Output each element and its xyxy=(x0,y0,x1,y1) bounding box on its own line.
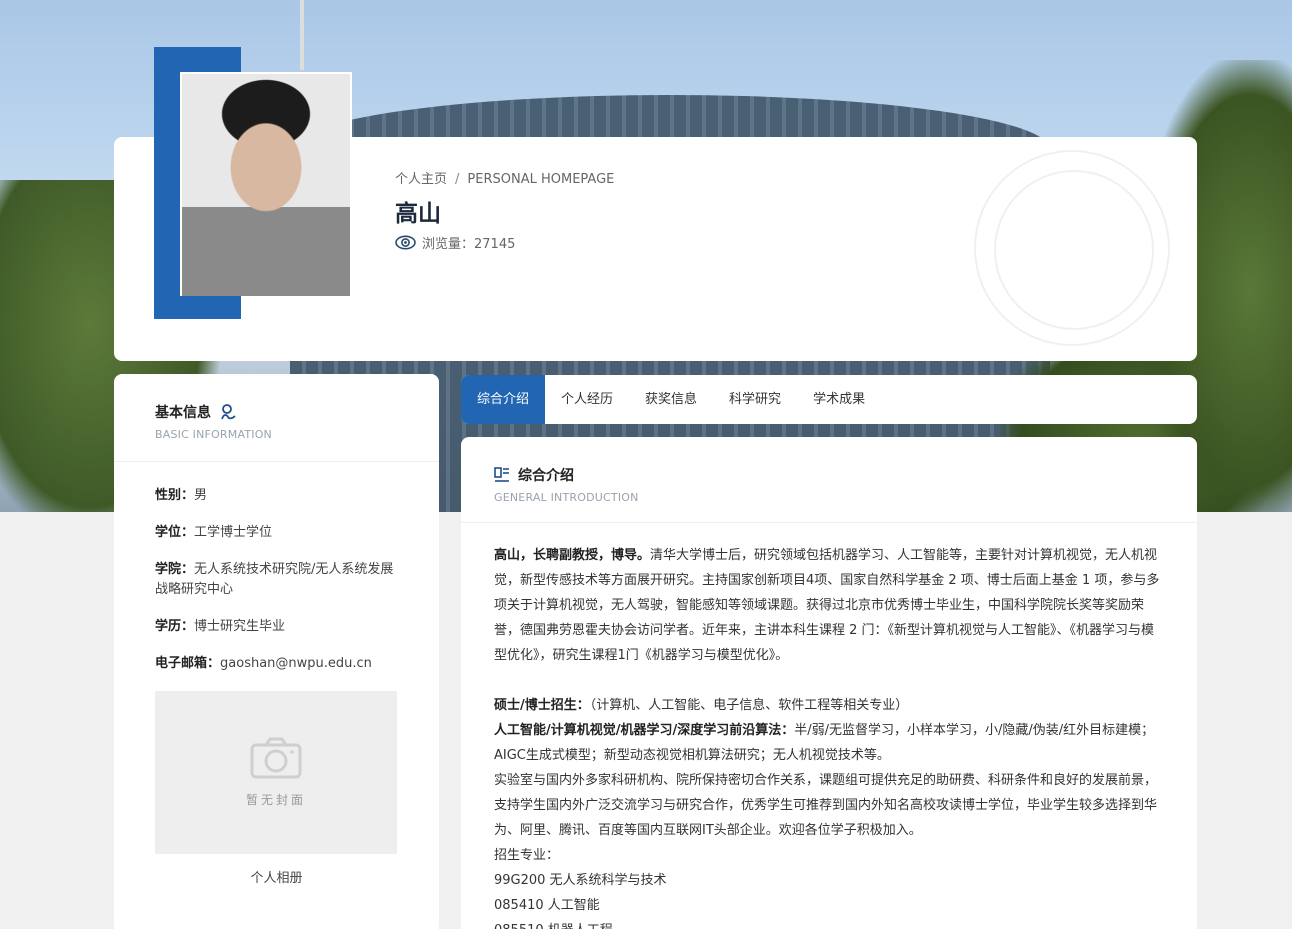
frontier-paragraph: 人工智能/计算机视觉/机器学习/深度学习前沿算法：半/弱/无监督学习，小样本学习… xyxy=(494,718,1164,768)
intro-lead: 高山，长聘副教授，博导。 xyxy=(494,548,651,563)
eye-icon xyxy=(395,235,416,250)
basic-info-card: 基本信息 BASIC INFORMATION 性别：男 学位：工学博士学位 学院… xyxy=(114,374,439,929)
recruit-lead: 硕士/博士招生： xyxy=(494,698,590,713)
info-key: 电子邮箱： xyxy=(155,656,221,671)
breadcrumb-home[interactable]: 个人主页 xyxy=(395,172,447,187)
basic-info-subtitle: BASIC INFORMATION xyxy=(155,428,272,441)
person-name: 高山 xyxy=(395,201,441,227)
intro-title-row: 综合介绍 xyxy=(494,465,1197,485)
basic-info-title-row: 基本信息 xyxy=(155,402,439,422)
info-row-degree: 学位：工学博士学位 xyxy=(155,523,398,543)
intro-card: 综合介绍 GENERAL INTRODUCTION 高山，长聘副教授，博导。清华… xyxy=(461,437,1197,929)
frontier-lead: 人工智能/计算机视觉/机器学习/深度学习前沿算法： xyxy=(494,723,795,738)
album-cover[interactable]: 暂无封面 xyxy=(155,691,397,854)
lab-paragraph: 实验室与国内外多家科研机构、院所保持密切合作关系，课题组可提供充足的助研费、科研… xyxy=(494,773,1158,838)
no-cover-label: 暂无封面 xyxy=(245,793,306,807)
email-link[interactable]: gaoshan@nwpu.edu.cn xyxy=(220,656,372,671)
document-icon xyxy=(494,467,509,482)
intro-body: 高山，长聘副教授，博导。清华大学博士后，研究领域包括机器学习、人工智能等，主要针… xyxy=(461,523,1197,929)
info-row-college: 学院：无人系统技术研究院/无人系统发展战略研究中心 xyxy=(155,560,398,600)
tab-achievements[interactable]: 学术成果 xyxy=(797,375,881,424)
basic-info-title: 基本信息 xyxy=(155,405,211,421)
major-item: 085510 机器人工程 xyxy=(494,918,1164,929)
avatar xyxy=(180,72,352,296)
view-count-label: 浏览量：27145 xyxy=(422,237,516,252)
breadcrumb: 个人主页 / PERSONAL HOMEPAGE xyxy=(395,168,614,187)
info-key: 学历： xyxy=(155,619,195,634)
info-key: 学位： xyxy=(155,525,195,540)
signature-icon xyxy=(221,404,236,420)
info-value: 工学博士学位 xyxy=(194,525,273,540)
basic-info-list: 性别：男 学位：工学博士学位 学院：无人系统技术研究院/无人系统发展战略研究中心… xyxy=(114,462,439,674)
intro-subtitle: GENERAL INTRODUCTION xyxy=(494,491,639,504)
major-item: 99G200 无人系统科学与技术 xyxy=(494,873,667,888)
info-value: 博士研究生毕业 xyxy=(194,619,286,634)
info-key: 学院： xyxy=(155,562,195,577)
profile-tabs: 综合介绍 个人经历 获奖信息 科学研究 学术成果 xyxy=(461,375,1197,424)
view-count: 浏览量：27145 xyxy=(395,233,515,252)
info-key: 性别： xyxy=(155,488,195,503)
album-link[interactable]: 个人相册 xyxy=(114,867,439,886)
info-row-gender: 性别：男 xyxy=(155,486,398,506)
intro-paragraph: 高山，长聘副教授，博导。清华大学博士后，研究领域包括机器学习、人工智能等，主要针… xyxy=(494,543,1164,668)
tab-experience[interactable]: 个人经历 xyxy=(545,375,629,424)
major-item: 085410 人工智能 xyxy=(494,898,600,913)
breadcrumb-current: PERSONAL HOMEPAGE xyxy=(467,172,615,187)
intro-text: 清华大学博士后，研究领域包括机器学习、人工智能等，主要针对计算机视觉，无人机视觉… xyxy=(494,548,1160,663)
tab-research[interactable]: 科学研究 xyxy=(713,375,797,424)
lamp-pole xyxy=(300,0,304,70)
tab-awards[interactable]: 获奖信息 xyxy=(629,375,713,424)
intro-title: 综合介绍 xyxy=(518,468,574,484)
tab-general-intro[interactable]: 综合介绍 xyxy=(461,375,546,424)
camera-icon xyxy=(250,737,302,779)
breadcrumb-separator: / xyxy=(455,172,460,187)
profile-photo xyxy=(182,74,350,296)
info-value: 男 xyxy=(194,488,208,503)
basic-info-header: 基本信息 BASIC INFORMATION xyxy=(114,374,439,462)
recruit-text: （计算机、人工智能、电子信息、软件工程等相关专业） xyxy=(589,698,909,713)
university-seal-watermark xyxy=(974,150,1170,346)
info-row-education: 学历：博士研究生毕业 xyxy=(155,617,398,637)
recruit-paragraph: 硕士/博士招生：（计算机、人工智能、电子信息、软件工程等相关专业） xyxy=(494,693,1164,718)
intro-header: 综合介绍 GENERAL INTRODUCTION xyxy=(461,437,1197,523)
majors-label: 招生专业： xyxy=(494,848,560,863)
info-row-email: 电子邮箱：gaoshan@nwpu.edu.cn xyxy=(155,654,398,674)
